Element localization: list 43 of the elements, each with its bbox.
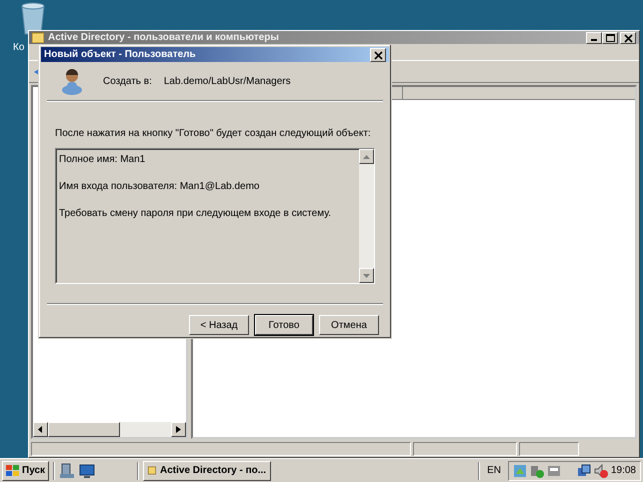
- scroll-left-button[interactable]: [33, 422, 48, 437]
- create-in-path: Lab.demo/LabUsr/Managers: [164, 74, 291, 88]
- desktop-icon-label: Ко: [13, 41, 24, 55]
- maximize-icon: [604, 32, 616, 42]
- monitor-icon[interactable]: [79, 462, 96, 478]
- user-icon: [61, 67, 83, 95]
- dialog-title: Новый объект - Пользователь: [44, 48, 196, 62]
- close-icon: [622, 32, 634, 42]
- scroll-down-button[interactable]: [359, 268, 374, 283]
- close-button[interactable]: [370, 48, 386, 62]
- close-icon: [372, 50, 384, 60]
- dialog-button[interactable]: < Назад: [189, 315, 249, 335]
- window-title: Active Directory - пользователи и компьютеры: [48, 31, 279, 45]
- dialog-button[interactable]: Отмена: [319, 315, 379, 335]
- folder-icon: [32, 32, 44, 43]
- left-arrow-icon: [38, 426, 43, 433]
- minimize-button[interactable]: [586, 32, 602, 44]
- scroll-right-button[interactable]: [171, 422, 186, 437]
- minimize-icon: [591, 38, 597, 40]
- summary-line: Требовать смену пароля при следующем входе в систему.: [59, 207, 332, 221]
- horizontal-scrollbar[interactable]: [33, 422, 186, 437]
- close-button[interactable]: [620, 32, 636, 44]
- scroll-thumb[interactable]: [48, 422, 120, 437]
- windows-flag-icon: [6, 464, 20, 476]
- maximize-button[interactable]: [602, 32, 618, 44]
- down-arrow-icon: [363, 274, 370, 278]
- right-arrow-icon: [176, 426, 181, 433]
- summary-line: Полное имя: Man1: [59, 153, 146, 167]
- create-in-label: Создать в:: [103, 74, 152, 88]
- folder-icon: [148, 464, 156, 477]
- start-button[interactable]: Пуск: [2, 460, 50, 480]
- network-connections-icon[interactable]: [576, 464, 591, 478]
- scroll-up-button[interactable]: [359, 149, 374, 164]
- vertical-scrollbar[interactable]: [359, 149, 374, 283]
- up-arrow-icon: [363, 154, 370, 158]
- dialog-button[interactable]: Готово: [255, 315, 313, 335]
- clock: 19:08: [610, 464, 636, 478]
- language-indicator[interactable]: EN: [487, 463, 501, 478]
- taskbar-button[interactable]: Active Directory - по...: [143, 460, 272, 480]
- speaker-muted-icon[interactable]: [594, 464, 608, 478]
- intro-text: После нажатия на кнопку "Готово" будет создан следующий объект:: [55, 127, 372, 141]
- status-bar-section: [519, 442, 579, 456]
- summary-line: Имя входа пользователя: Man1@Lab.demo: [59, 180, 260, 194]
